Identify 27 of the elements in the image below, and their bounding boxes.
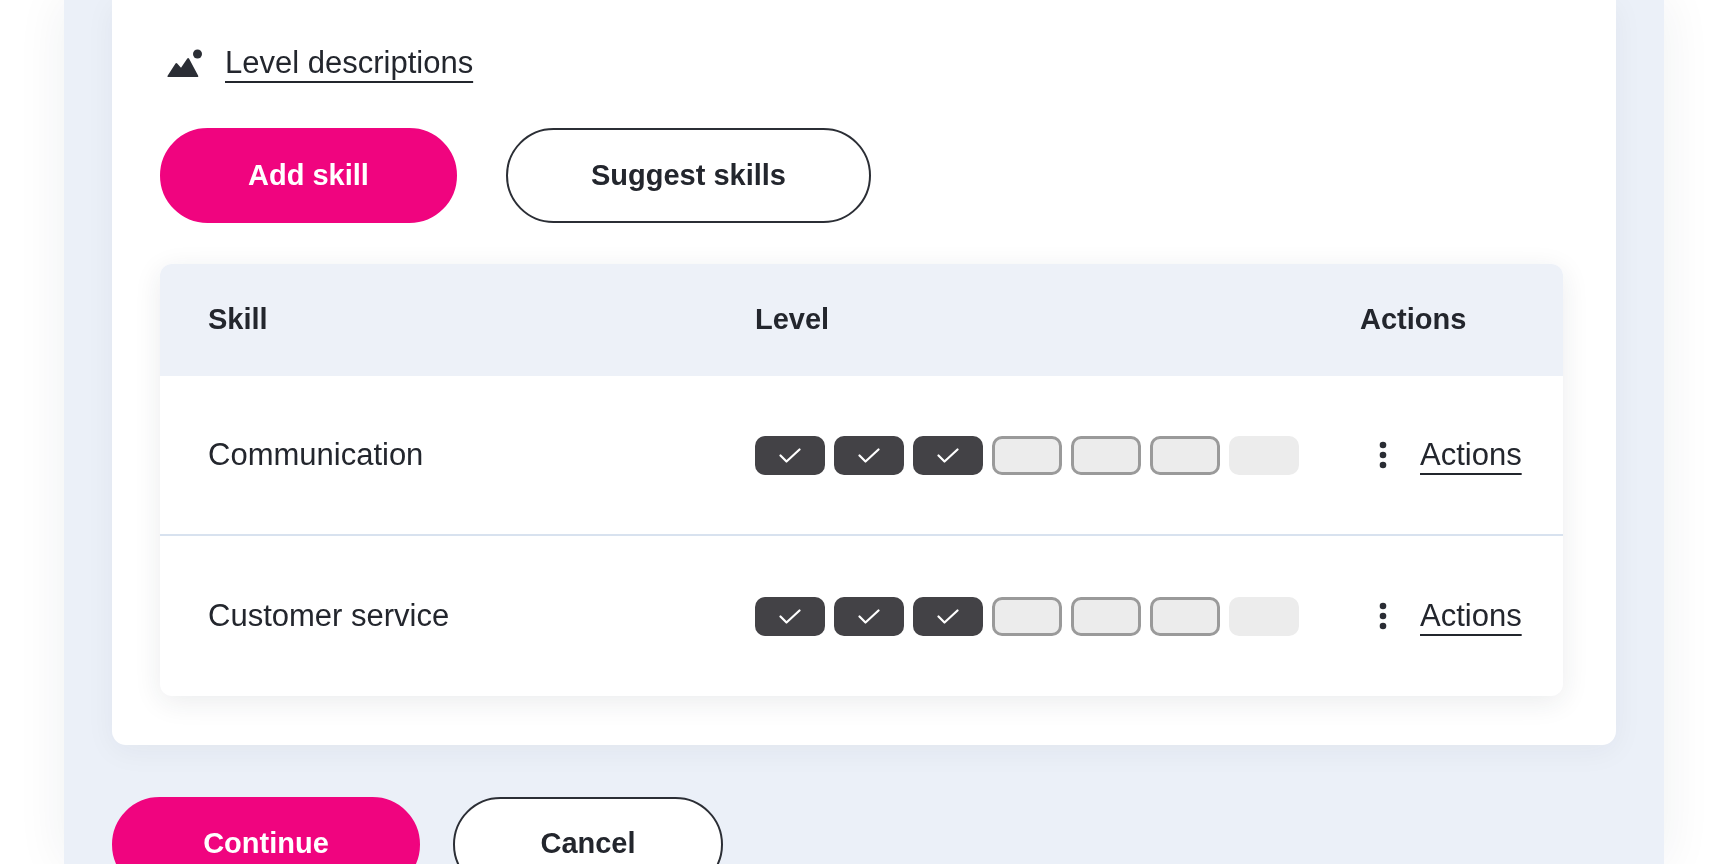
level-segment[interactable]: [834, 596, 904, 636]
actions-button[interactable]: Actions: [1379, 592, 1522, 640]
column-header: Level: [755, 303, 830, 336]
level-descriptions-link[interactable]: Level descriptions: [225, 45, 474, 81]
check-icon: [937, 447, 959, 463]
skill-name: Customer service: [208, 597, 450, 633]
more-vertical-icon: [1379, 441, 1387, 469]
level-segment[interactable]: [755, 435, 825, 475]
add-skill-button[interactable]: Add skill: [160, 128, 457, 223]
level-segment[interactable]: [913, 435, 983, 475]
check-icon: [858, 447, 880, 463]
more-vertical-icon: [1379, 602, 1387, 630]
check-icon: [858, 608, 880, 624]
continue-button[interactable]: Continue: [112, 797, 420, 864]
column-header: Skill: [208, 303, 268, 336]
actions-button[interactable]: Actions: [1379, 431, 1522, 479]
check-icon: [937, 608, 959, 624]
suggest-skills-button[interactable]: Suggest skills: [506, 128, 871, 223]
column-header: Actions: [1360, 303, 1467, 336]
skill-name: Communication: [208, 436, 424, 472]
cancel-button[interactable]: Cancel: [453, 797, 723, 864]
check-icon: [779, 447, 801, 463]
landscape-icon: [167, 48, 203, 78]
level-segment[interactable]: [913, 596, 983, 636]
level-segment[interactable]: [755, 596, 825, 636]
check-icon: [779, 608, 801, 624]
level-segment[interactable]: [834, 435, 904, 475]
